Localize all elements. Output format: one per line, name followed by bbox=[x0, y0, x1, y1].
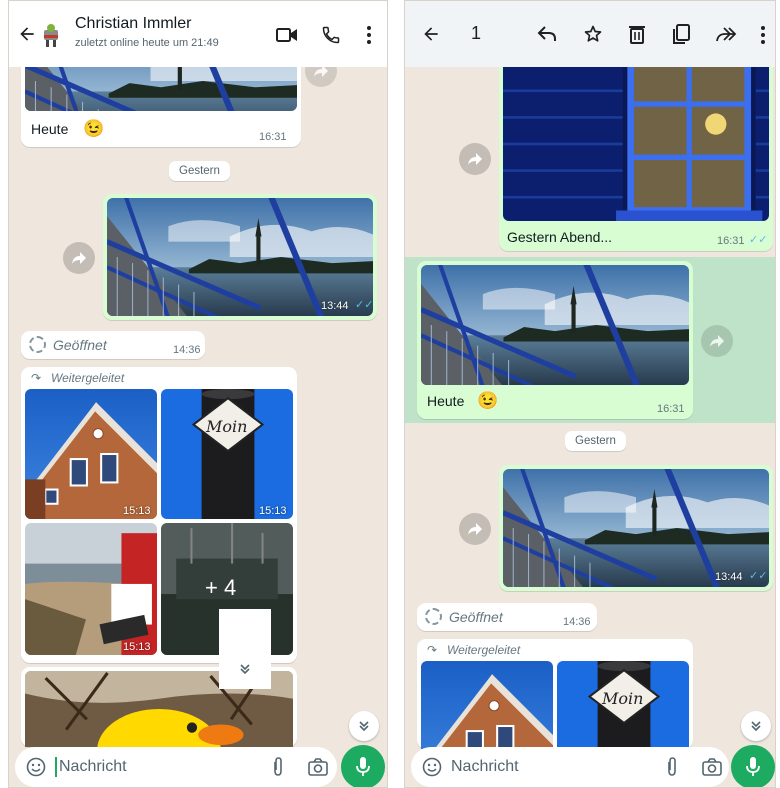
album-photo-house[interactable]: 15:13 bbox=[25, 389, 157, 519]
message-time: 15:13 bbox=[259, 505, 287, 517]
forward-shortcut-icon[interactable] bbox=[701, 325, 733, 357]
wink-emoji-icon: 😉 bbox=[83, 119, 105, 138]
back-arrow-icon[interactable] bbox=[15, 22, 39, 46]
message-input-bar[interactable]: Nachricht bbox=[15, 747, 337, 787]
bridge-photo[interactable] bbox=[503, 469, 769, 587]
forwarded-icon: ↷ bbox=[31, 371, 42, 385]
forwarded-label: Weitergeleitet bbox=[447, 643, 521, 657]
album-photo-moin[interactable]: Moin 15:13 bbox=[161, 389, 293, 519]
back-arrow-icon[interactable] bbox=[419, 22, 443, 46]
moin-text: Moin bbox=[206, 417, 248, 436]
forward-shortcut-icon[interactable] bbox=[63, 242, 95, 274]
message-time: 13:44 bbox=[321, 300, 349, 312]
copy-icon[interactable] bbox=[669, 22, 693, 46]
read-ticks-icon: ✓✓ bbox=[355, 299, 374, 311]
attach-icon[interactable] bbox=[661, 756, 683, 778]
attach-icon[interactable] bbox=[267, 756, 289, 778]
message-caption: Heute bbox=[427, 393, 465, 409]
forward-icon[interactable] bbox=[713, 22, 739, 46]
message-caption: Gestern Abend... bbox=[507, 229, 613, 245]
delete-icon[interactable] bbox=[625, 22, 649, 46]
message-time: 15:13 bbox=[123, 641, 151, 653]
bridge-photo[interactable] bbox=[421, 265, 689, 385]
scroll-down-icon[interactable] bbox=[235, 659, 255, 679]
video-call-icon[interactable] bbox=[275, 23, 299, 47]
forward-shortcut-icon[interactable] bbox=[459, 513, 491, 545]
image-message-outgoing[interactable]: 13:44 ✓✓ bbox=[103, 194, 377, 320]
message-caption: Heute bbox=[31, 121, 69, 137]
window-photo[interactable] bbox=[503, 67, 769, 221]
album-photo-house[interactable] bbox=[421, 661, 553, 749]
album-photo-moin[interactable]: Moin bbox=[557, 661, 689, 749]
text-cursor bbox=[55, 757, 57, 777]
view-once-label: Geöffnet bbox=[449, 609, 503, 625]
bridge-photo[interactable] bbox=[107, 198, 373, 316]
image-message-gestern-abend[interactable]: Gestern Abend... 16:31 ✓✓ bbox=[499, 67, 773, 251]
phone-call-icon[interactable] bbox=[319, 23, 343, 47]
camera-icon[interactable] bbox=[307, 756, 329, 778]
chat-screen-right-selection: 1 Gestern Abend... 16:31 ✓✓ Heute 😉 16:3… bbox=[404, 0, 776, 788]
message-input-bar[interactable]: Nachricht bbox=[411, 747, 729, 787]
image-message-outgoing[interactable]: 13:44 ✓✓ bbox=[499, 465, 773, 591]
message-time: 14:36 bbox=[173, 344, 201, 356]
forwarded-album[interactable]: ↷ Weitergeleitet Moin bbox=[417, 639, 693, 749]
moin-text: Moin bbox=[602, 689, 644, 708]
message-time: 16:31 bbox=[717, 235, 745, 247]
voice-message-button[interactable] bbox=[341, 745, 385, 787]
chat-header: Christian Immler zuletzt online heute um… bbox=[9, 1, 387, 67]
forwarded-icon: ↷ bbox=[427, 643, 438, 657]
message-time: 16:31 bbox=[259, 131, 287, 143]
album-photo-beach[interactable]: 15:13 bbox=[25, 523, 157, 655]
read-ticks-icon: ✓✓ bbox=[749, 570, 768, 582]
image-message-heute-selected[interactable]: Heute 😉 16:31 bbox=[417, 261, 693, 419]
more-photos-count: + 4 bbox=[205, 575, 237, 600]
view-once-message[interactable]: Geöffnet 14:36 bbox=[21, 331, 205, 359]
emoji-icon[interactable] bbox=[25, 756, 47, 778]
forward-shortcut-icon[interactable] bbox=[459, 143, 491, 175]
message-time: 16:31 bbox=[657, 403, 685, 415]
view-once-message[interactable]: Geöffnet 14:36 bbox=[417, 603, 597, 631]
scroll-to-bottom-button[interactable] bbox=[349, 711, 379, 741]
selection-header: 1 bbox=[405, 1, 775, 67]
date-chip: Gestern bbox=[565, 431, 626, 451]
view-once-label: Geöffnet bbox=[53, 337, 107, 353]
more-options-icon[interactable] bbox=[753, 23, 773, 47]
scroll-to-bottom-button[interactable] bbox=[741, 711, 771, 741]
camera-icon[interactable] bbox=[701, 756, 723, 778]
read-ticks-icon: ✓✓ bbox=[749, 234, 768, 246]
contact-name[interactable]: Christian Immler bbox=[75, 15, 191, 33]
message-time: 15:13 bbox=[123, 505, 151, 517]
view-once-icon bbox=[29, 336, 46, 353]
reply-icon[interactable] bbox=[535, 22, 559, 46]
message-input-placeholder[interactable]: Nachricht bbox=[59, 758, 127, 776]
more-options-icon[interactable] bbox=[359, 23, 379, 47]
date-chip: Gestern bbox=[169, 161, 230, 181]
contact-status: zuletzt online heute um 21:49 bbox=[75, 37, 219, 49]
message-time: 14:36 bbox=[563, 616, 591, 628]
selected-count: 1 bbox=[471, 23, 482, 43]
chat-screen-left: Christian Immler zuletzt online heute um… bbox=[8, 0, 388, 788]
forwarded-label: Weitergeleitet bbox=[51, 371, 125, 385]
voice-message-button[interactable] bbox=[731, 745, 775, 787]
message-input-placeholder[interactable]: Nachricht bbox=[451, 758, 519, 776]
wink-emoji-icon: 😉 bbox=[477, 391, 499, 410]
android-avatar[interactable] bbox=[39, 23, 63, 49]
message-time: 13:44 bbox=[715, 571, 743, 583]
emoji-icon[interactable] bbox=[421, 756, 443, 778]
star-icon[interactable] bbox=[581, 22, 605, 46]
view-once-icon bbox=[425, 608, 442, 625]
